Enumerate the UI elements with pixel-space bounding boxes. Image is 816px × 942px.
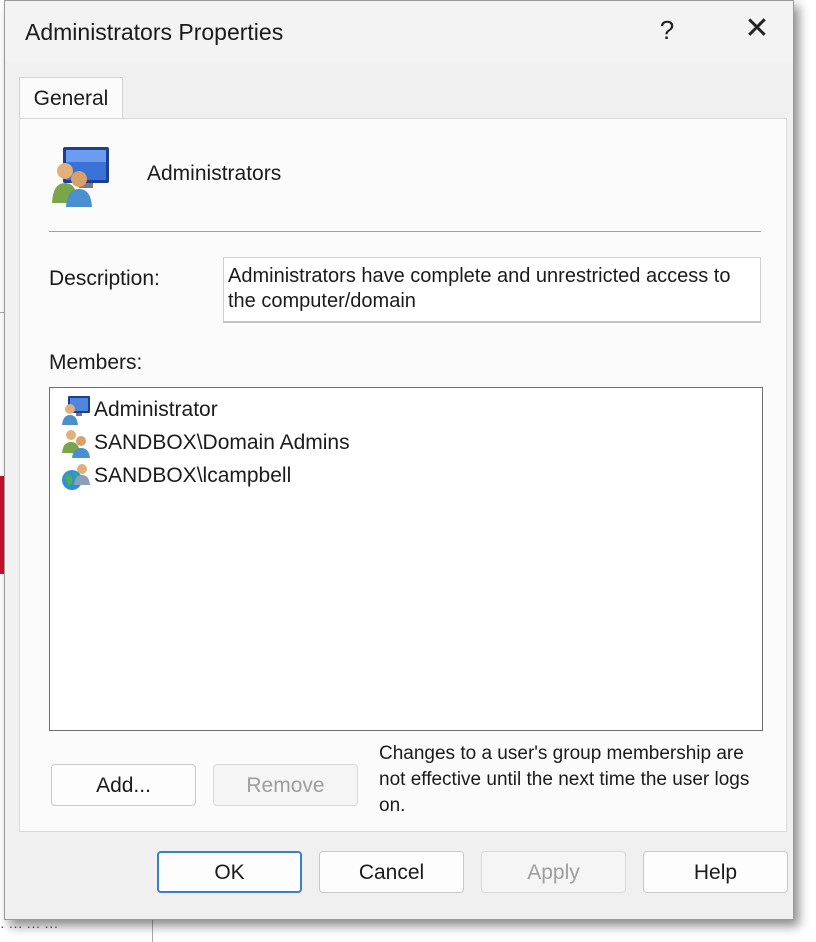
cancel-button[interactable]: Cancel: [319, 851, 464, 893]
close-icon[interactable]: ✕: [737, 11, 777, 46]
group-icon: [62, 430, 90, 458]
description-label: Description:: [49, 267, 160, 290]
properties-dialog: Administrators Properties ? ✕ General Ad…: [4, 0, 794, 920]
list-item[interactable]: SANDBOX\lcampbell: [60, 460, 291, 492]
title-bar[interactable]: Administrators Properties ? ✕: [5, 1, 793, 63]
apply-button[interactable]: Apply: [481, 851, 626, 893]
description-field[interactable]: Administrators have complete and unrestr…: [223, 257, 761, 323]
group-name: Administrators: [147, 162, 282, 185]
add-button[interactable]: Add...: [51, 764, 196, 806]
list-item[interactable]: SANDBOX\Domain Admins: [60, 427, 350, 459]
list-item[interactable]: Administrator: [60, 394, 218, 426]
member-name: Administrator: [94, 398, 218, 421]
members-label: Members:: [49, 351, 143, 374]
user-group-monitor-icon: [52, 147, 109, 207]
member-name: SANDBOX\lcampbell: [94, 464, 292, 487]
members-list[interactable]: Administrator SANDBOX\Domain Admins SAND…: [49, 387, 763, 731]
dialog-title: Administrators Properties: [25, 19, 284, 45]
tab-general[interactable]: General: [19, 77, 123, 119]
remove-button[interactable]: Remove: [213, 764, 358, 806]
domain-user-icon: [62, 464, 90, 490]
background-window-text: · ··· ··· ···: [0, 918, 59, 934]
help-icon[interactable]: ?: [647, 15, 687, 46]
local-user-icon: [62, 396, 90, 425]
help-button[interactable]: Help: [643, 851, 788, 893]
membership-note: Changes to a user's group membership are…: [379, 743, 750, 816]
separator: [49, 231, 761, 232]
member-name: SANDBOX\Domain Admins: [94, 431, 350, 454]
ok-button[interactable]: OK: [157, 851, 302, 893]
